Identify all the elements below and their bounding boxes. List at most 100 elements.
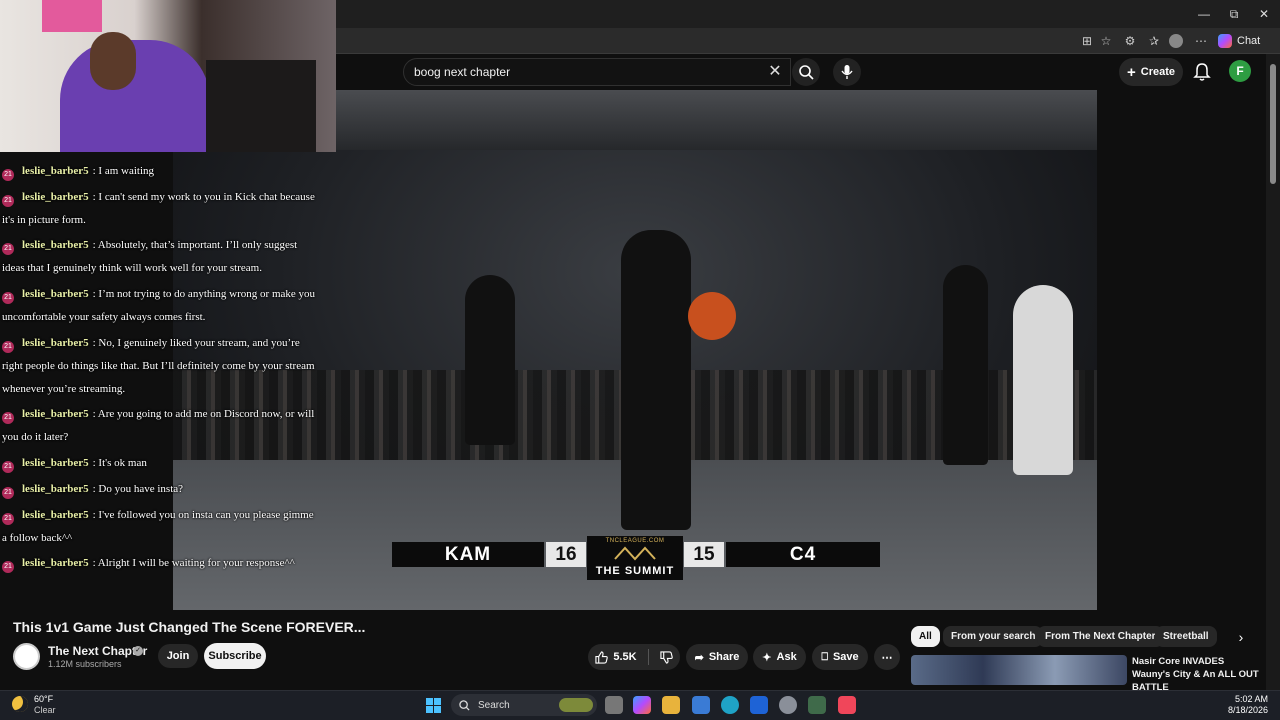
microsoft-store-icon[interactable] (692, 696, 710, 714)
streamer-webcam (0, 0, 336, 152)
chat-badge-icon: 21 (2, 243, 14, 255)
start-button-icon[interactable] (426, 698, 441, 713)
chat-message: 21 leslie_barber5: I've followed you on i… (2, 509, 314, 544)
sparkle-icon: ✦ (762, 651, 772, 664)
search-button[interactable] (792, 58, 820, 86)
settings-gear-icon[interactable] (779, 696, 797, 714)
scoreboard-site: TNCLEAGUE.COM (605, 538, 665, 544)
scoreboard-score-left: 16 (546, 542, 586, 567)
notifications-bell-icon[interactable] (1193, 62, 1211, 82)
like-count: 5.5K (613, 651, 637, 663)
extension-icon[interactable]: ⚙ (1122, 33, 1138, 49)
share-button[interactable]: ➦ Share (686, 644, 748, 670)
tab-actions-icon[interactable]: ⊞ (1079, 33, 1095, 49)
bookmark-icon: ⎕ (821, 650, 828, 663)
search-icon (459, 699, 470, 711)
taskbar-search[interactable]: Search (451, 694, 597, 716)
copilot-icon (1218, 34, 1232, 48)
more-icon[interactable]: ⋯ (1193, 33, 1209, 49)
chat-label: Chat (1237, 35, 1261, 47)
copilot-app-icon[interactable] (633, 696, 651, 714)
scoreboard: KAM 16 TNCLEAGUE.COM THE SUMMIT 15 C4 (392, 536, 880, 580)
file-explorer-icon[interactable] (662, 696, 680, 714)
chat-message: 21 leslie_barber5: Do you have insta? (2, 478, 320, 501)
subscriber-count: 1.12M subscribers (48, 659, 122, 669)
plus-icon: + (1126, 63, 1136, 81)
scrollbar-thumb[interactable] (1270, 64, 1276, 184)
edge-browser-icon[interactable] (721, 696, 739, 714)
close-window-button[interactable]: ✕ (1256, 6, 1272, 22)
favorite-star-icon[interactable]: ☆ (1098, 33, 1114, 49)
chat-message: 21 leslie_barber5: It's ok man (2, 452, 320, 475)
weather-temperature[interactable]: 60°F (34, 694, 53, 704)
save-button[interactable]: ⎕ Save (812, 644, 868, 670)
player-center (621, 230, 691, 530)
join-button[interactable]: Join (158, 644, 198, 668)
ask-button[interactable]: ✦ Ask (753, 644, 806, 670)
restore-button[interactable]: ⧉ (1226, 6, 1242, 22)
thumbs-down-icon[interactable] (659, 650, 673, 664)
chat-message: 21 leslie_barber5: I’m not trying to do a… (2, 288, 316, 323)
chip-from-the-next-chapter[interactable]: From The Next Chapter (1037, 626, 1164, 647)
subscribe-button[interactable]: Subscribe (204, 643, 266, 669)
scoreboard-player-right: C4 (726, 542, 880, 567)
account-avatar[interactable]: F (1229, 60, 1251, 82)
chip-from-your-search[interactable]: From your search (943, 626, 1044, 647)
like-divider (647, 649, 649, 665)
task-view-icon[interactable] (605, 696, 623, 714)
basketball (688, 292, 736, 340)
moon-weather-icon[interactable] (12, 696, 28, 712)
like-button[interactable]: 5.5K (595, 650, 637, 664)
voice-search-button[interactable] (833, 58, 861, 86)
search-highlight-icon (559, 698, 593, 712)
chair (206, 60, 316, 152)
screen: — ⧉ ✕ ⊞ ☆ ⚙ ✰ ⋯ Chat boog next chapter ✕… (0, 0, 1280, 720)
chip-streetball[interactable]: Streetball (1155, 626, 1217, 647)
chat-message: 21 leslie_barber5: I am waiting (2, 160, 320, 183)
minimize-button[interactable]: — (1196, 6, 1212, 22)
taskbar-date[interactable]: 8/18/2026 (1216, 705, 1268, 715)
scoreboard-score-right: 15 (684, 542, 724, 567)
channel-avatar[interactable] (13, 643, 40, 670)
windows-taskbar: 60°F Clear Search 5:02 AM 8/18/2026 (0, 690, 1280, 720)
chat-badge-icon: 21 (2, 341, 14, 353)
like-dislike-group: 5.5K (588, 644, 680, 670)
thumbs-up-icon (595, 650, 609, 664)
chat-message: 21 leslie_barber5: I can't send my work t… (2, 191, 315, 226)
create-label: Create (1140, 66, 1175, 78)
copilot-chat-button[interactable]: Chat (1218, 32, 1260, 50)
player-right (1013, 285, 1073, 475)
app-icon[interactable] (808, 696, 826, 714)
chip-all[interactable]: All (911, 626, 940, 647)
referee (943, 265, 988, 465)
microphone-icon (841, 65, 853, 79)
chat-message: 21 leslie_barber5: Are you going to add m… (2, 408, 315, 443)
more-actions-button[interactable]: ⋯ (874, 644, 900, 670)
chat-badge-icon: 21 (2, 461, 14, 473)
share-icon: ➦ (694, 651, 704, 664)
clear-search-icon[interactable]: ✕ (766, 63, 784, 81)
recommendation-title[interactable]: Nasir Core INVADES Wauny's City & An ALL… (1132, 655, 1262, 694)
weather-condition[interactable]: Clear (34, 705, 56, 715)
scoreboard-event: THE SUMMIT (595, 565, 675, 577)
chevron-right-icon[interactable]: › (1233, 628, 1249, 646)
scoreboard-player-left: KAM (392, 542, 544, 567)
profile-icon[interactable] (1169, 34, 1183, 48)
page-scrollbar[interactable] (1266, 54, 1280, 690)
streamer-head (90, 32, 136, 90)
search-input[interactable]: boog next chapter (403, 58, 791, 86)
summit-logo-icon (614, 546, 656, 561)
chat-message: 21 leslie_barber5: No, I genuinely liked … (2, 337, 315, 395)
create-button[interactable]: + Create (1119, 58, 1183, 86)
chat-badge-icon: 21 (2, 292, 14, 304)
chat-overlay: 21 leslie_barber5: I am waiting 21 leslie_… (0, 152, 336, 606)
music-app-icon[interactable] (838, 696, 856, 714)
dropbox-icon[interactable] (750, 696, 768, 714)
taskbar-clock[interactable]: 5:02 AM (1226, 694, 1268, 704)
wall-poster (42, 0, 102, 32)
recommendation-thumbnail[interactable] (911, 655, 1127, 685)
favorites-icon[interactable]: ✰ (1146, 33, 1162, 49)
chat-badge-icon: 21 (2, 561, 14, 573)
chat-badge-icon: 21 (2, 169, 14, 181)
player-left (465, 275, 515, 445)
